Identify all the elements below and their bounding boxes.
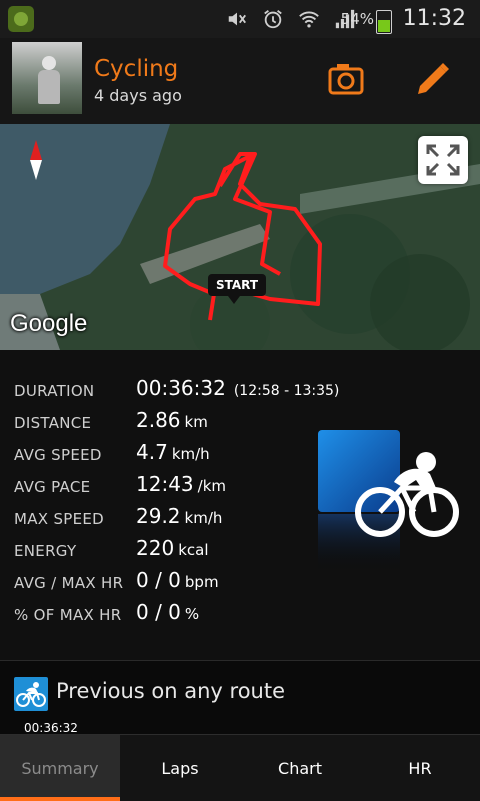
stat-max-speed: MAX SPEED 29.2 km/h [14,502,314,532]
wifi-icon [299,11,319,28]
cycling-small-icon [14,677,48,711]
activity-date: 4 days ago [94,86,182,105]
status-icons [226,8,356,30]
mute-icon [228,12,246,26]
tab-hr[interactable]: HR [360,735,480,801]
activity-header: Cycling 4 days ago [0,38,480,124]
stat-label: ENERGY [14,542,77,560]
start-marker: START [208,274,267,304]
stat-avg-pace: AVG PACE 12:43/km [14,470,314,500]
previous-route-section[interactable]: Previous on any route 00:36:32 [0,660,480,735]
stat-value: 0 / 0 bpm [136,568,219,592]
camera-icon[interactable] [328,61,364,95]
previous-route-time: 00:36:32 [24,721,78,735]
edit-pencil-icon[interactable] [414,58,450,96]
avatar[interactable] [12,42,82,114]
previous-route-title: Previous on any route [56,679,286,703]
clock: 11:32 [402,6,466,31]
status-bar: 54% 11:32 [0,0,480,38]
stat-value: 2.86 km [136,408,208,432]
stat-label: AVG SPEED [14,446,102,464]
alarm-icon [264,10,282,29]
stat-label: DISTANCE [14,414,92,432]
stat-distance: DISTANCE 2.86 km [14,406,314,436]
stat-label: % OF MAX HR [14,606,122,624]
tab-summary[interactable]: Summary [0,735,120,801]
cycling-icon [318,430,459,574]
activity-stats: DURATION 00:36:32 (12:58 - 13:35) DISTANC… [0,350,480,660]
activity-title: Cycling [94,56,179,82]
stat-value: 4.7 km/h [136,440,210,464]
stat-duration: DURATION 00:36:32 (12:58 - 13:35) [14,374,339,404]
tab-laps[interactable]: Laps [120,735,240,801]
stat-value: 220 kcal [136,536,209,560]
stat-avg-speed: AVG SPEED 4.7 km/h [14,438,314,468]
stat-label: AVG PACE [14,478,91,496]
battery-icon [376,10,392,34]
stat-label: MAX SPEED [14,510,105,528]
tab-chart[interactable]: Chart [240,735,360,801]
compass-icon[interactable] [28,140,44,180]
stat-value: 12:43/km [136,472,226,496]
stat-avg-max-hr: AVG / MAX HR 0 / 0 bpm [14,566,314,596]
stat-percent-max-hr: % OF MAX HR 0 / 0% [14,598,314,628]
stat-label: DURATION [14,382,95,400]
stat-value: 00:36:32 (12:58 - 13:35) [136,376,340,400]
battery-percent: 54% [340,10,374,28]
route-map[interactable]: START Google [0,124,480,350]
expand-icon [426,144,460,176]
map-provider-logo: Google [10,310,88,337]
stat-value: 0 / 0% [136,600,200,624]
stat-energy: ENERGY 220 kcal [14,534,314,564]
stat-value: 29.2 km/h [136,504,223,528]
stat-label: AVG / MAX HR [14,574,124,592]
expand-map-button[interactable] [418,136,468,184]
bottom-tab-bar: Summary Laps Chart HR [0,734,480,801]
app-notification-icon [8,6,34,32]
